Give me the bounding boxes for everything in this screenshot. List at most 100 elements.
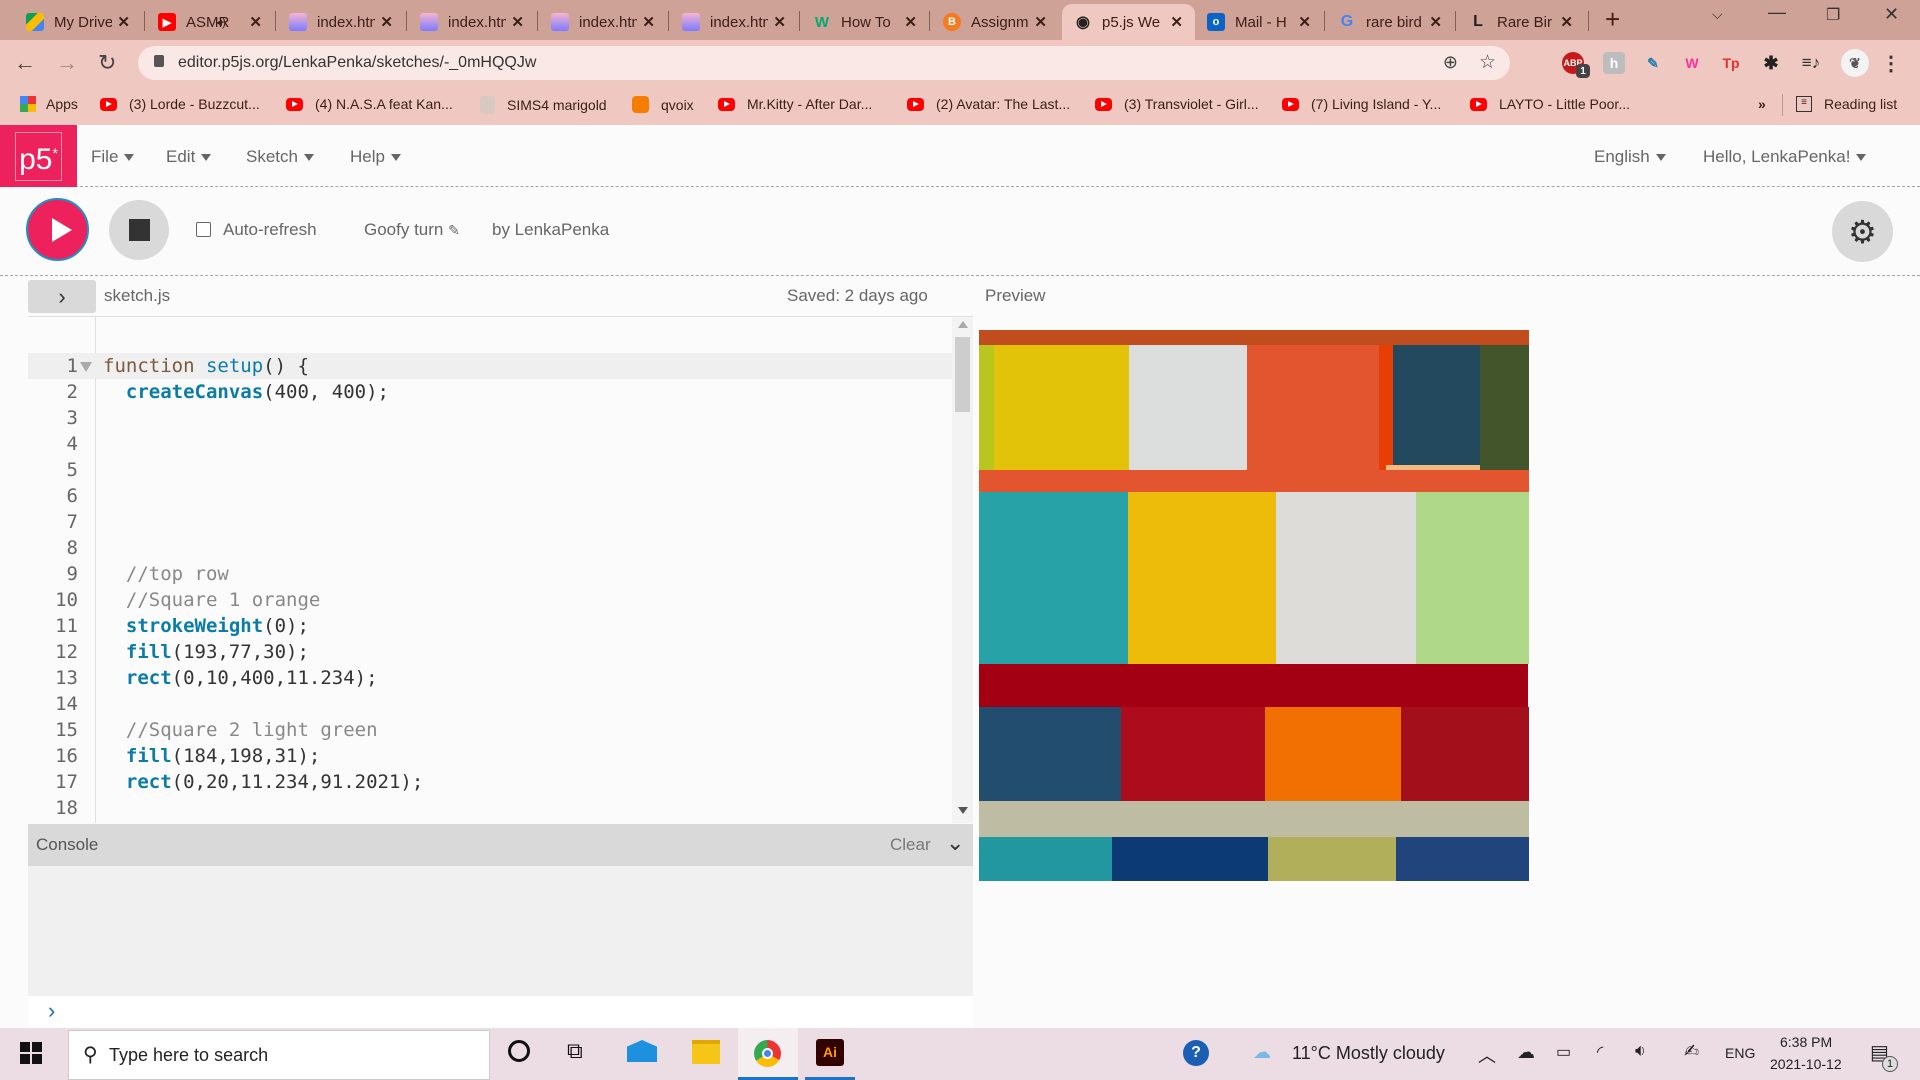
zoom-icon[interactable]: ⊕ xyxy=(1443,52,1458,73)
close-tab-icon[interactable]: ✕ xyxy=(773,13,786,31)
sketch-canvas[interactable] xyxy=(979,330,1529,882)
code-line[interactable]: 8 xyxy=(28,535,952,561)
bookmark-item[interactable]: Mr.Kitty - After Dar... xyxy=(718,96,872,112)
auto-refresh-checkbox[interactable] xyxy=(196,222,211,237)
close-tab-icon[interactable]: ✕ xyxy=(380,13,393,31)
close-window-button[interactable]: ✕ xyxy=(1884,4,1899,25)
sidebar-toggle-button[interactable]: › xyxy=(28,280,96,313)
tab-search-chevron-icon[interactable]: ⌵ xyxy=(1712,6,1723,23)
bookmark-star-icon[interactable]: ☆ xyxy=(1479,51,1496,74)
browser-tab[interactable]: index.html ✕ xyxy=(277,4,405,40)
code-line[interactable]: 14 xyxy=(28,691,952,717)
code-line[interactable]: 2 createCanvas(400, 400); xyxy=(28,379,952,405)
code-line[interactable]: 15 //Square 2 light green xyxy=(28,717,952,743)
browser-tab[interactable]: index.html ✕ xyxy=(670,4,798,40)
scroll-up-arrow-icon[interactable] xyxy=(958,321,968,328)
sketch-author[interactable]: by LenkaPenka xyxy=(492,220,609,240)
wifi-icon[interactable]: ◜ xyxy=(1597,1042,1603,1062)
back-button[interactable]: ← xyxy=(14,50,36,76)
illustrator-taskbar-button[interactable]: Ai xyxy=(805,1028,855,1080)
code-line[interactable]: 5 xyxy=(28,457,952,483)
help-icon[interactable]: ? xyxy=(1183,1040,1209,1066)
settings-gear-icon[interactable]: ⚙ xyxy=(1832,201,1893,262)
cortana-icon[interactable] xyxy=(508,1040,530,1062)
stop-button[interactable] xyxy=(109,200,169,260)
code-line[interactable]: 6 xyxy=(28,483,952,509)
extensions-puzzle-icon[interactable]: ✱ xyxy=(1760,52,1782,74)
close-tab-icon[interactable]: ✕ xyxy=(117,13,130,31)
code-line[interactable]: 9 //top row xyxy=(28,561,952,587)
clock-date[interactable]: 2021-10-12 xyxy=(1770,1056,1842,1072)
close-tab-icon[interactable]: ✕ xyxy=(642,13,655,31)
close-tab-icon[interactable]: ✕ xyxy=(904,13,917,31)
menu-help[interactable]: Help xyxy=(350,147,401,167)
code-line[interactable]: 4 xyxy=(28,431,952,457)
close-tab-icon[interactable]: ✕ xyxy=(1429,13,1442,31)
forward-button[interactable]: → xyxy=(56,50,78,76)
menu-edit[interactable]: Edit xyxy=(166,147,212,167)
close-tab-icon[interactable]: ✕ xyxy=(1170,13,1183,31)
bookmark-item[interactable]: (7) Living Island - Y... xyxy=(1282,96,1441,112)
sketch-name[interactable]: Goofy turn ✎ xyxy=(364,220,460,240)
honey-extension-icon[interactable]: h xyxy=(1603,52,1625,74)
browser-tab[interactable]: My Drive ✕ xyxy=(14,4,142,40)
code-line[interactable]: 7 xyxy=(28,509,952,535)
bookmark-item[interactable]: SIMS4 marigold xyxy=(480,96,607,114)
code-line[interactable]: 3 xyxy=(28,405,952,431)
mail-icon[interactable] xyxy=(627,1040,657,1062)
tp-extension-icon[interactable]: Tp xyxy=(1720,52,1742,74)
code-line[interactable]: 17 rect(0,20,11.234,91.2021); xyxy=(28,769,952,795)
close-tab-icon[interactable]: ✕ xyxy=(511,13,524,31)
weather-text[interactable]: 11°C Mostly cloudy xyxy=(1292,1043,1445,1064)
file-explorer-icon[interactable] xyxy=(692,1040,720,1064)
menu-file[interactable]: File xyxy=(91,147,135,167)
collapse-console-chevron-icon[interactable]: ⌄ xyxy=(946,830,964,856)
code-line[interactable]: 13 rect(0,10,400,11.234); xyxy=(28,665,952,691)
chrome-taskbar-button[interactable] xyxy=(738,1028,798,1080)
code-line[interactable]: 10 //Square 1 orange xyxy=(28,587,952,613)
browser-tab[interactable]: index.html ✕ xyxy=(408,4,536,40)
clock-time[interactable]: 6:38 PM xyxy=(1780,1034,1832,1050)
menu-sketch[interactable]: Sketch xyxy=(246,147,314,167)
code-line[interactable]: 12 fill(193,77,30); xyxy=(28,639,952,665)
minimize-button[interactable]: — xyxy=(1768,2,1786,23)
close-tab-icon[interactable]: ✕ xyxy=(249,13,262,31)
bookmark-item[interactable]: LAYTO - Little Poor... xyxy=(1470,96,1630,112)
p5-logo[interactable]: p5* xyxy=(0,125,77,187)
browser-tab[interactable]: ▶ ASMR ◂) ✕ xyxy=(146,4,274,40)
pen-icon[interactable]: ✍︎ xyxy=(1684,1041,1699,1062)
bookmark-item[interactable]: (4) N.A.S.A feat Kan... xyxy=(286,96,453,112)
browser-tab[interactable]: ◉ p5.js We ✕ xyxy=(1062,4,1195,40)
browser-tab[interactable]: Grare bird ✕ xyxy=(1326,4,1454,40)
user-menu[interactable]: Hello, LenkaPenka! xyxy=(1703,147,1867,167)
language-selector[interactable]: English xyxy=(1594,147,1666,167)
code-line[interactable]: 1 function setup() { xyxy=(28,353,952,379)
clear-console-button[interactable]: Clear xyxy=(890,835,931,855)
restore-button[interactable]: ❐ xyxy=(1826,5,1840,25)
bookmark-item[interactable]: qvoix xyxy=(632,96,694,113)
task-view-icon[interactable]: ⧉ xyxy=(567,1038,583,1064)
bookmarks-overflow-button[interactable]: » xyxy=(1758,96,1766,112)
w-extension-icon[interactable]: W xyxy=(1681,52,1703,74)
browser-tab[interactable]: o Mail - H ✕ xyxy=(1195,4,1323,40)
input-language[interactable]: ENG xyxy=(1725,1045,1755,1061)
windows-start-icon[interactable] xyxy=(20,1042,42,1064)
reading-list-button[interactable]: ≡ Reading list xyxy=(1796,96,1897,112)
code-line[interactable]: 16 fill(184,198,31); xyxy=(28,743,952,769)
profile-avatar[interactable]: ❦ xyxy=(1841,49,1869,77)
onedrive-icon[interactable]: ☁ xyxy=(1517,1042,1535,1063)
scrollbar-thumb[interactable] xyxy=(955,337,970,412)
new-tab-button[interactable]: + xyxy=(1605,4,1620,35)
media-control-icon[interactable]: ≡♪ xyxy=(1800,52,1822,74)
chrome-menu-icon[interactable]: ⋮ xyxy=(1880,52,1902,75)
bookmark-item[interactable]: (2) Avatar: The Last... xyxy=(907,96,1070,112)
browser-tab[interactable]: L Rare Bir ✕ xyxy=(1457,4,1585,40)
speaker-icon[interactable]: ◂) xyxy=(216,15,226,29)
fold-arrow-icon[interactable] xyxy=(80,362,92,372)
play-button[interactable] xyxy=(26,198,89,261)
show-hidden-icons-chevron[interactable]: ︿ xyxy=(1478,1042,1496,1068)
editor-scrollbar[interactable] xyxy=(952,317,973,823)
address-bar[interactable]: editor.p5js.org/LenkaPenka/sketches/-_0m… xyxy=(138,46,1510,80)
bookmark-item[interactable]: Apps xyxy=(20,96,78,112)
taskbar-search-box[interactable]: ⚲ Type here to search xyxy=(68,1030,490,1080)
